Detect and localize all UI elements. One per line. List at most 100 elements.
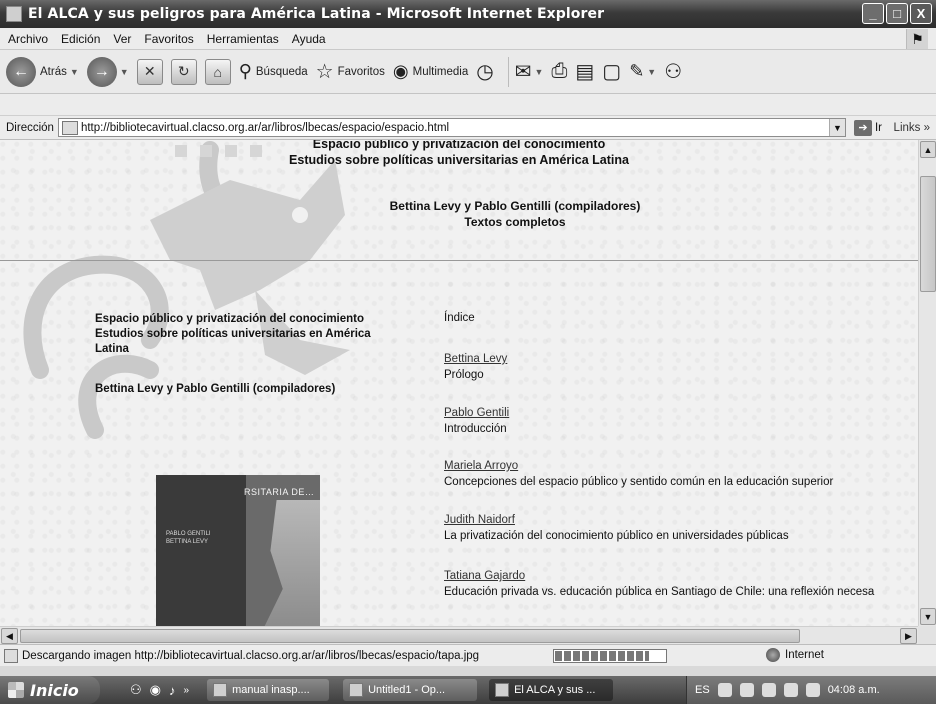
- research-dropdown-icon[interactable]: ▼: [647, 67, 656, 77]
- index-entry: Judith Naidorf La privatización del cono…: [444, 512, 789, 544]
- download-progress-fill: [555, 651, 649, 661]
- index-entry: Bettina Levy Prólogo: [444, 351, 507, 383]
- left-authors: Bettina Levy y Pablo Gentilli (compilado…: [95, 383, 336, 395]
- volume-tray-icon[interactable]: [761, 683, 776, 697]
- go-button[interactable]: ➔ Ir: [853, 119, 882, 136]
- menu-edicion[interactable]: Edición: [61, 32, 100, 46]
- scroll-right-icon[interactable]: ▶: [900, 628, 917, 644]
- go-label: Ir: [874, 121, 882, 134]
- title-bar: El ALCA y sus peligros para América Lati…: [0, 0, 936, 28]
- quicklaunch-media-icon[interactable]: ♪: [169, 683, 176, 698]
- scroll-up-icon[interactable]: ▲: [920, 141, 936, 158]
- toolbar: ← Atrás ▼ → ▼ ✕ ↻ ⌂ ⚲ Búsqueda ☆ Favorit…: [0, 50, 936, 94]
- taskbar-item[interactable]: El ALCA y sus ...: [489, 679, 614, 701]
- author-link[interactable]: Mariela Arroyo: [444, 460, 518, 472]
- windows-logo-icon: ⚑: [906, 29, 928, 49]
- menu-herramientas[interactable]: Herramientas: [207, 32, 279, 46]
- menu-bar: Archivo Edición Ver Favoritos Herramient…: [0, 28, 936, 50]
- forward-dropdown-icon[interactable]: ▼: [120, 67, 129, 77]
- print-button[interactable]: ⎙: [551, 60, 567, 83]
- author-link[interactable]: Pablo Gentili: [444, 407, 509, 419]
- display-tray-icon[interactable]: [805, 683, 820, 697]
- quicklaunch-messenger-icon[interactable]: ⚇: [130, 682, 142, 698]
- address-field[interactable]: http://bibliotecavirtual.clacso.org.ar/a…: [57, 118, 846, 137]
- left-title-line1: Espacio público y privatización del cono…: [95, 313, 365, 325]
- search-button[interactable]: ⚲ Búsqueda: [239, 61, 308, 82]
- multimedia-button[interactable]: ◉ Multimedia: [393, 61, 468, 82]
- taskbar-item-label: manual inasp....: [232, 684, 310, 696]
- author-link[interactable]: Bettina Levy: [444, 353, 507, 365]
- scroll-down-icon[interactable]: ▼: [920, 608, 936, 625]
- cover-author-2: BETTINA LEVY: [166, 539, 209, 545]
- discuss-button[interactable]: ▢: [602, 59, 621, 84]
- back-button[interactable]: ← Atrás ▼: [6, 56, 79, 87]
- author-link[interactable]: Tatiana Gajardo: [444, 570, 525, 582]
- taskbar-item-label: Untitled1 - Op...: [368, 684, 446, 696]
- language-indicator[interactable]: ES: [695, 684, 710, 696]
- taskbar-item[interactable]: Untitled1 - Op...: [343, 679, 478, 701]
- menu-ver[interactable]: Ver: [113, 32, 131, 46]
- address-url[interactable]: http://bibliotecavirtual.clacso.org.ar/a…: [81, 122, 829, 134]
- mail-dropdown-icon[interactable]: ▼: [534, 67, 543, 77]
- status-bar: Descargando imagen http://bibliotecavirt…: [0, 644, 936, 666]
- entry-title: La privatización del conocimiento públic…: [444, 530, 789, 542]
- close-button[interactable]: X: [910, 3, 932, 24]
- vertical-scroll-thumb[interactable]: [920, 176, 936, 292]
- mail-button[interactable]: ✉ ▼: [515, 59, 544, 84]
- history-button[interactable]: ◷: [476, 59, 493, 84]
- search-label: Búsqueda: [255, 65, 308, 78]
- book-cover-image[interactable]: RSITARIA DE… PABLO GENTILI BETTINA LEVY: [156, 475, 320, 626]
- office-doc-icon: [349, 683, 364, 697]
- quick-launch: ⚇ ◉ ♪ »: [130, 682, 189, 698]
- taskbar-item[interactable]: manual inasp....: [207, 679, 330, 701]
- antivirus-tray-icon[interactable]: [783, 683, 798, 697]
- network-tray-icon[interactable]: [739, 683, 754, 697]
- menu-favoritos[interactable]: Favoritos: [144, 32, 193, 46]
- page-content: Espacio público y privatización del cono…: [0, 140, 918, 626]
- system-tray: ES 04:08 a.m.: [686, 676, 936, 704]
- toolbar-separator: [507, 56, 509, 87]
- cover-map-shape: [264, 500, 320, 626]
- index-heading: Índice: [444, 312, 475, 324]
- menu-archivo[interactable]: Archivo: [8, 32, 48, 46]
- research-icon: ✎: [629, 61, 645, 81]
- messenger-button[interactable]: ⚇: [664, 59, 682, 84]
- start-button[interactable]: Inicio: [0, 676, 100, 704]
- help-tray-icon[interactable]: [717, 683, 732, 697]
- windows-flag-icon: [8, 682, 24, 698]
- index-entry: Mariela Arroyo Concepciones del espacio …: [444, 458, 833, 490]
- index-entry: Tatiana Gajardo Educación privada vs. ed…: [444, 568, 874, 600]
- back-label: Atrás: [40, 65, 67, 78]
- address-dropdown-icon[interactable]: ▼: [828, 119, 845, 136]
- refresh-button[interactable]: ↻: [170, 58, 197, 85]
- printer-icon: ⎙: [551, 60, 568, 82]
- author-link[interactable]: Judith Naidorf: [444, 514, 515, 526]
- edit-button[interactable]: ▤: [575, 59, 594, 84]
- history-icon: ◷: [476, 61, 494, 83]
- links-label: Links: [893, 121, 921, 134]
- entry-title: Educación privada vs. educación pública …: [444, 586, 875, 598]
- discuss-icon: ▢: [602, 61, 622, 83]
- forward-button[interactable]: → ▼: [86, 56, 129, 87]
- header-texts: Textos completos: [464, 215, 566, 229]
- stop-button[interactable]: ✕: [136, 58, 163, 85]
- index-entry: Pablo Gentili Introducción: [444, 405, 509, 437]
- favorites-button[interactable]: ☆ Favoritos: [316, 59, 385, 84]
- security-zone: Internet: [766, 648, 824, 662]
- quicklaunch-expand-icon[interactable]: »: [184, 685, 190, 696]
- divider: [0, 260, 918, 261]
- minimize-button[interactable]: _: [862, 3, 884, 24]
- maximize-button[interactable]: □: [886, 3, 908, 24]
- links-button[interactable]: Links »: [894, 122, 930, 134]
- scroll-left-icon[interactable]: ◀: [1, 628, 18, 644]
- entry-title: Concepciones del espacio público y senti…: [444, 476, 834, 488]
- horizontal-scroll-thumb[interactable]: [20, 629, 800, 643]
- menu-ayuda[interactable]: Ayuda: [292, 32, 326, 46]
- research-button[interactable]: ✎ ▼: [629, 61, 656, 82]
- back-dropdown-icon[interactable]: ▼: [70, 67, 79, 77]
- quicklaunch-ie-icon[interactable]: ◉: [150, 682, 161, 698]
- home-button[interactable]: ⌂: [204, 58, 231, 85]
- header-authors: Bettina Levy y Pablo Gentilli (compilado…: [389, 199, 641, 213]
- vertical-scrollbar[interactable]: ▲ ▼: [918, 140, 936, 626]
- horizontal-scrollbar[interactable]: ◀ ▶: [0, 626, 918, 644]
